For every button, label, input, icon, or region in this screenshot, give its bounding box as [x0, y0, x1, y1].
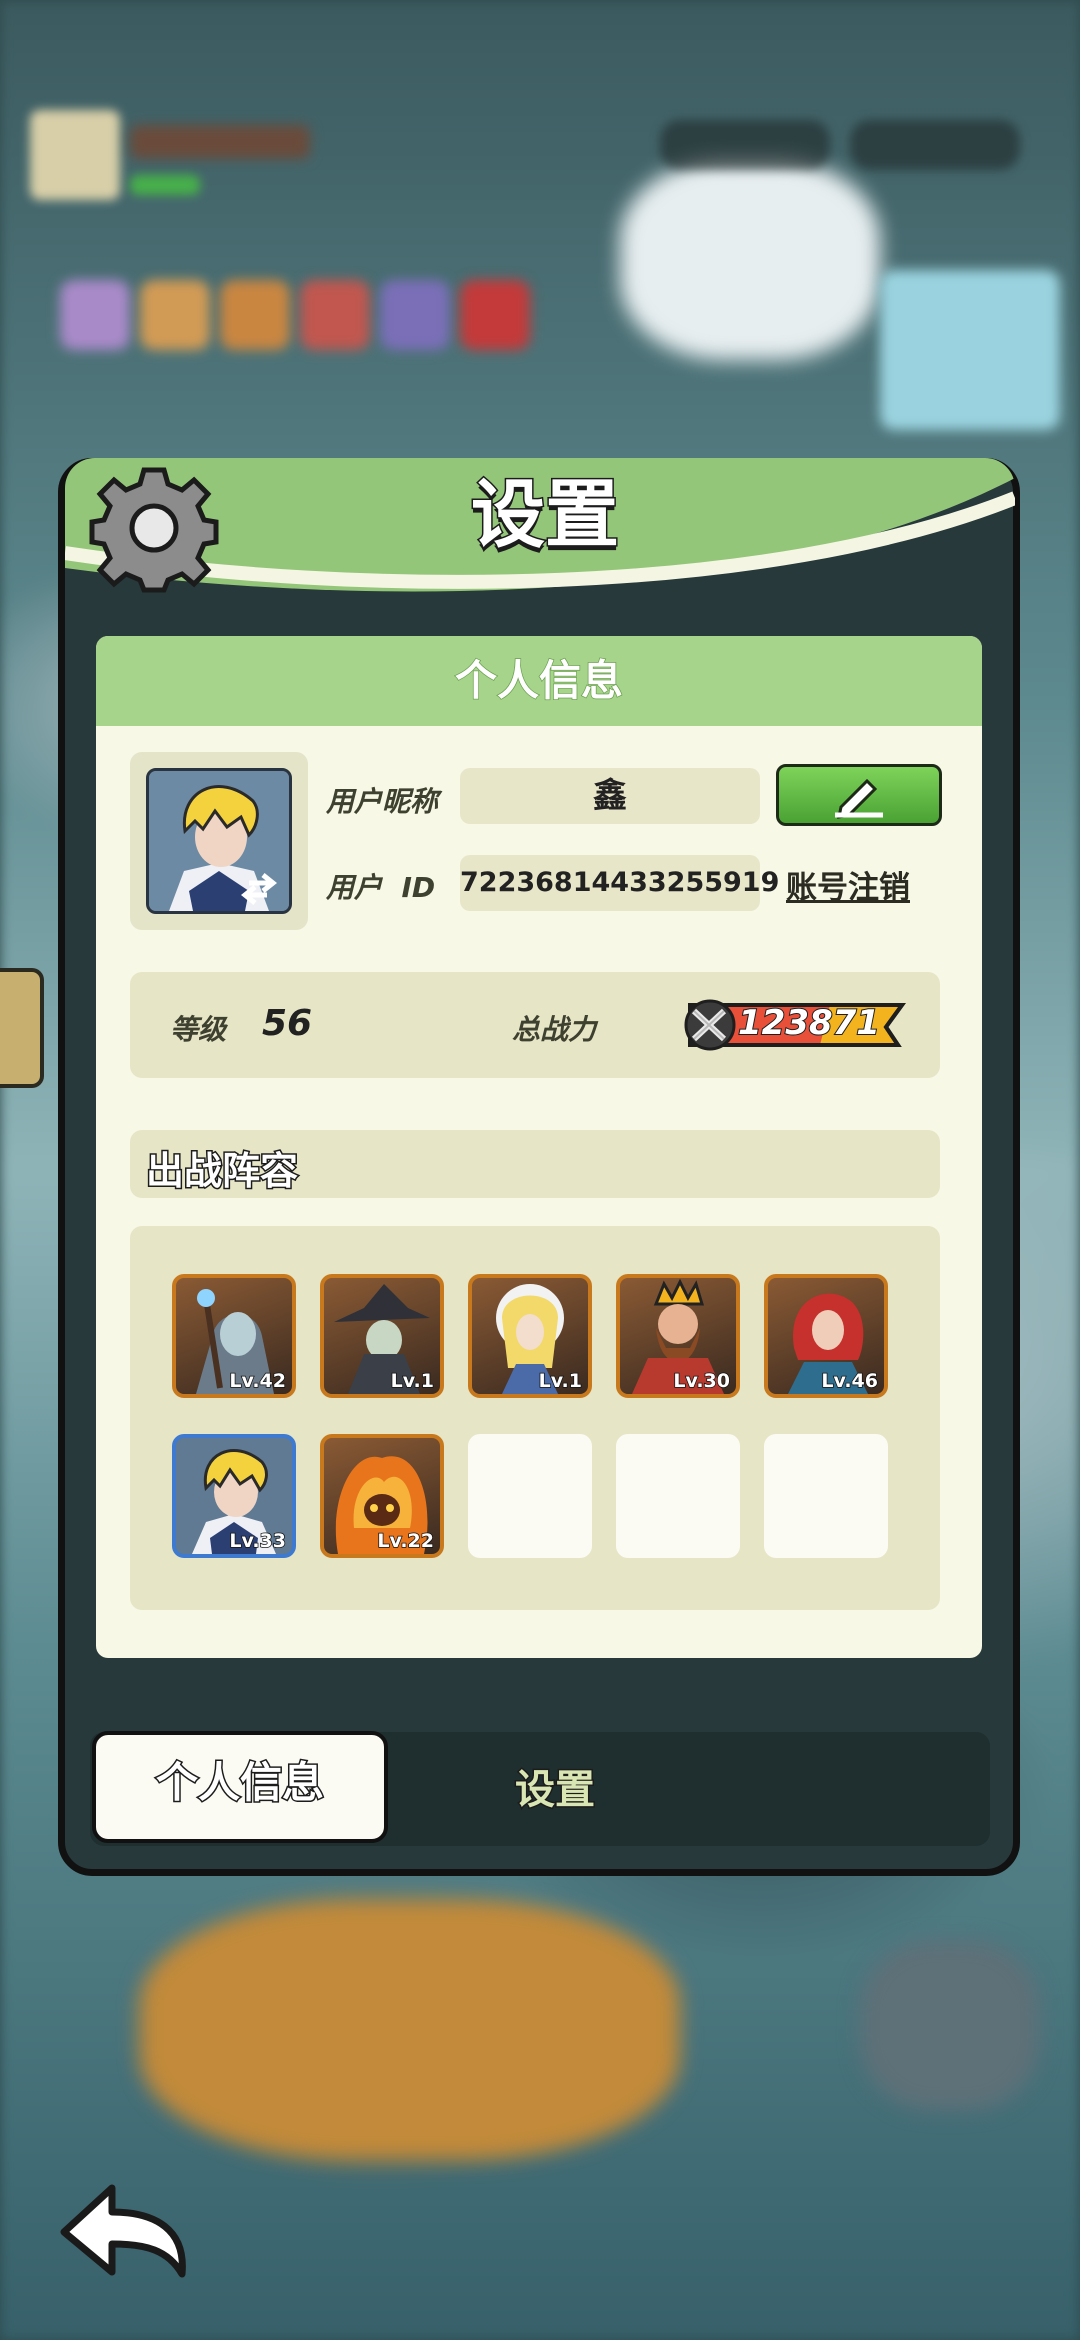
empty-hero-slot[interactable] — [468, 1434, 592, 1558]
user-id-label: 用户 ID — [326, 871, 436, 904]
user-id-field: 72236814433255919 — [460, 855, 779, 911]
cancel-account-link[interactable]: 账号注销 — [786, 862, 910, 907]
avatar[interactable] — [146, 768, 292, 914]
section-title: 个人信息 — [454, 655, 624, 706]
hud-resource-gem — [660, 120, 830, 170]
back-button[interactable] — [56, 2172, 196, 2282]
hero-level: Lv.30 — [673, 1369, 731, 1393]
hero-slot[interactable]: Lv.22 — [320, 1434, 444, 1558]
level-label: 等级 — [170, 1013, 227, 1046]
tab-settings[interactable]: 设置 — [440, 1760, 670, 1820]
hero-slot[interactable]: Lv.30 — [616, 1274, 740, 1398]
empty-hero-slot[interactable] — [764, 1434, 888, 1558]
gear-icon — [88, 462, 220, 594]
hero-slot[interactable]: Lv.42 — [172, 1274, 296, 1398]
hud-hero-slot — [380, 280, 450, 350]
hero-level: Lv.22 — [377, 1529, 435, 1553]
background-ship — [140, 1900, 680, 2160]
power-value: 123871 — [737, 1002, 881, 1044]
dialog-title: 设置 — [470, 471, 621, 560]
hero-slot[interactable]: Lv.33 — [172, 1434, 296, 1558]
side-device-button[interactable] — [0, 968, 44, 1088]
hero-level: Lv.42 — [229, 1369, 287, 1393]
hero-slot[interactable]: Lv.46 — [764, 1274, 888, 1398]
hud-hero-slot — [300, 280, 370, 350]
hero-level: Lv.1 — [390, 1369, 435, 1393]
hero-level: Lv.1 — [538, 1369, 583, 1393]
nickname-field: 鑫 — [460, 768, 760, 824]
hero-slot[interactable]: Lv.1 — [468, 1274, 592, 1398]
pencil-icon — [835, 778, 883, 819]
hud-hero-slot — [460, 280, 530, 350]
lineup-title: 出战阵容 — [144, 1148, 299, 1195]
hud-player-avatar — [30, 110, 120, 200]
nickname-label: 用户昵称 — [326, 785, 439, 818]
edit-nickname-button[interactable] — [776, 764, 942, 826]
hud-resource-gold — [850, 120, 1020, 170]
level-value: 56 — [262, 1003, 313, 1044]
power-label: 总战力 — [512, 1013, 597, 1046]
hero-slot[interactable]: Lv.1 — [320, 1274, 444, 1398]
tab-profile-label: 个人信息 — [154, 1757, 325, 1809]
hero-level: Lv.46 — [821, 1369, 879, 1393]
empty-hero-slot[interactable] — [616, 1434, 740, 1558]
hud-hero-slot — [60, 280, 130, 350]
hero-level: Lv.33 — [229, 1529, 287, 1553]
minimap — [880, 270, 1060, 430]
hud-hero-slot — [140, 280, 210, 350]
hud-hero-slot — [220, 280, 290, 350]
background-tower — [860, 1940, 1040, 2110]
hud-name-bar — [130, 125, 310, 159]
back-arrow-icon — [60, 2184, 186, 2278]
hud-exp-bar — [130, 175, 200, 195]
background-snow-mound — [620, 160, 880, 360]
